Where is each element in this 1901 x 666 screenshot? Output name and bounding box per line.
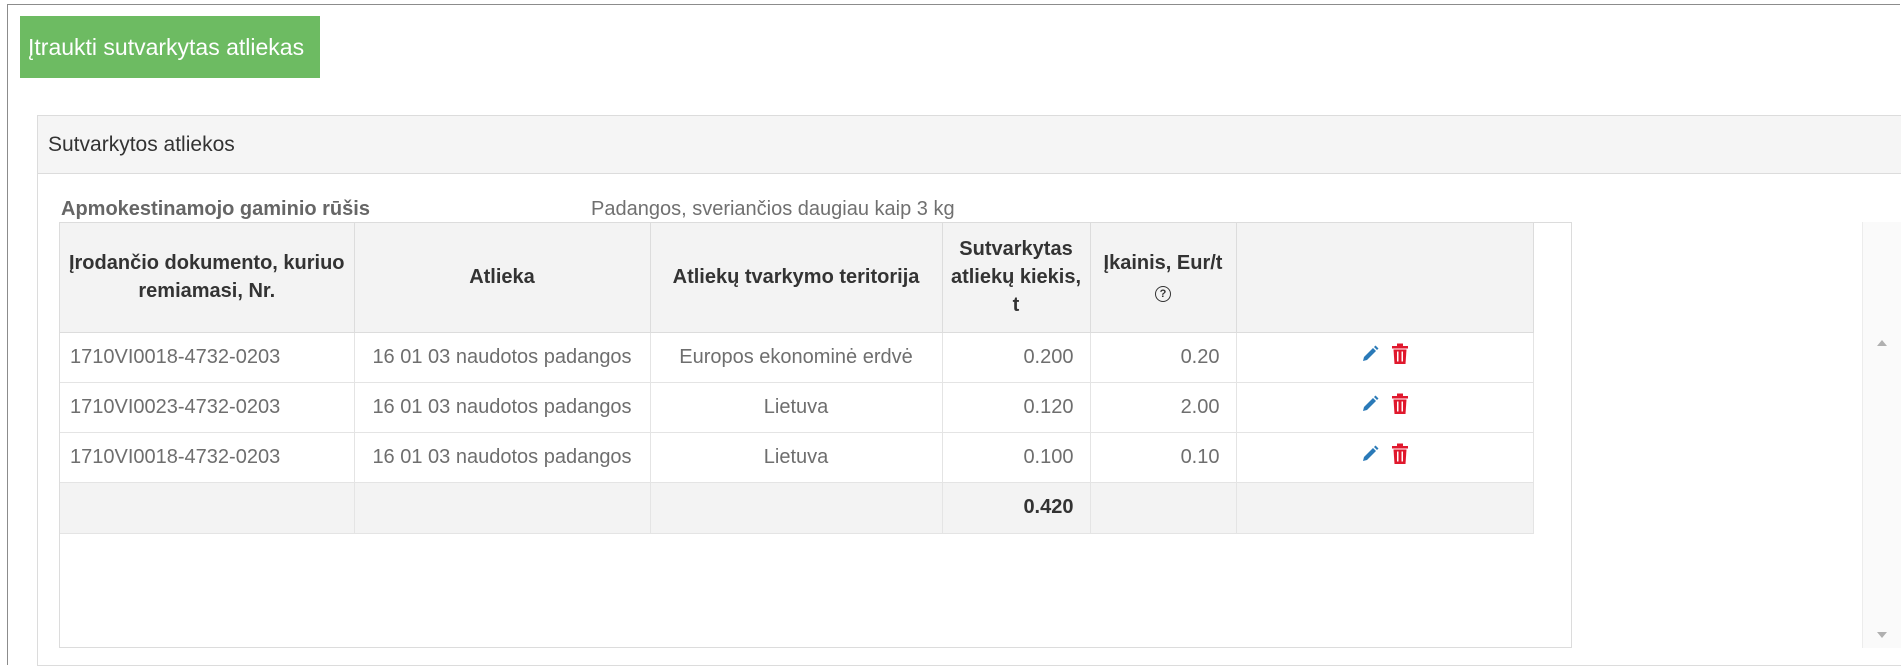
cell-territory: Lietuva [650,432,943,483]
total-cell-empty [60,482,355,534]
cell-territory: Europos ekonominė erdvė [650,332,943,383]
trash-icon[interactable] [1391,443,1409,471]
question-circle-icon[interactable]: ? [1155,286,1171,303]
scroll-down-arrow-icon[interactable] [1877,632,1887,638]
total-cell-empty [650,482,943,534]
cell-actions [1236,332,1534,383]
cell-waste: 16 01 03 naudotos padangos [354,332,651,383]
table-header-row: Įrodančio dokumento, kuriuo remiamasi, N… [60,223,1534,333]
header-quantity: Sutvarkytas atliekų kiekis, t [942,223,1091,333]
pencil-icon[interactable] [1360,394,1380,420]
cell-territory: Lietuva [650,382,943,433]
header-territory: Atliekų tvarkymo teritorija [650,223,943,333]
scroll-up-arrow-icon[interactable] [1877,340,1887,346]
total-row: 0.420 [60,482,1534,534]
cell-actions [1236,432,1534,483]
pencil-icon[interactable] [1360,344,1380,370]
cell-quantity: 0.100 [942,432,1091,483]
panel-title: Sutvarkytos atliekos [38,116,1901,174]
cell-doc-no: 1710VI0018-4732-0203 [60,432,355,483]
managed-waste-panel: Sutvarkytos atliekos Apmokestinamojo gam… [37,115,1901,666]
cell-price: 0.20 [1090,332,1237,383]
header-actions [1236,223,1534,333]
add-managed-waste-button[interactable]: Įtraukti sutvarkytas atliekas [20,16,320,78]
total-quantity: 0.420 [942,482,1091,534]
header-price: Įkainis, Eur/t ? [1090,223,1237,333]
cell-price: 0.10 [1090,432,1237,483]
cell-price: 2.00 [1090,382,1237,433]
table-row: 1710VI0018-4732-0203 16 01 03 naudotos p… [60,432,1534,483]
cell-doc-no: 1710VI0023-4732-0203 [60,382,355,433]
waste-table: Įrodančio dokumento, kuriuo remiamasi, N… [60,223,1534,534]
header-price-label: Įkainis, Eur/t [1103,252,1223,275]
header-doc-no: Įrodančio dokumento, kuriuo remiamasi, N… [60,223,355,333]
cell-waste: 16 01 03 naudotos padangos [354,432,651,483]
page-frame: Įtraukti sutvarkytas atliekas Sutvarkyto… [7,4,1901,666]
cell-quantity: 0.120 [942,382,1091,433]
total-cell-empty [354,482,651,534]
cell-doc-no: 1710VI0018-4732-0203 [60,332,355,383]
total-cell-empty [1236,482,1534,534]
table-row: 1710VI0023-4732-0203 16 01 03 naudotos p… [60,382,1534,433]
total-cell-empty [1090,482,1237,534]
product-type-value: Padangos, sveriančios daugiau kaip 3 kg [591,198,955,220]
cell-waste: 16 01 03 naudotos padangos [354,382,651,433]
header-waste: Atlieka [354,223,651,333]
trash-icon[interactable] [1391,343,1409,371]
table-row: 1710VI0018-4732-0203 16 01 03 naudotos p… [60,332,1534,383]
cell-actions [1236,382,1534,433]
trash-icon[interactable] [1391,393,1409,421]
product-type-row: Apmokestinamojo gaminio rūšis Padangos, … [61,198,955,221]
pencil-icon[interactable] [1360,444,1380,470]
waste-table-container: Įrodančio dokumento, kuriuo remiamasi, N… [59,222,1572,648]
product-type-label: Apmokestinamojo gaminio rūšis [61,198,370,220]
cell-quantity: 0.200 [942,332,1091,383]
table-scrollbar[interactable] [1862,222,1901,648]
